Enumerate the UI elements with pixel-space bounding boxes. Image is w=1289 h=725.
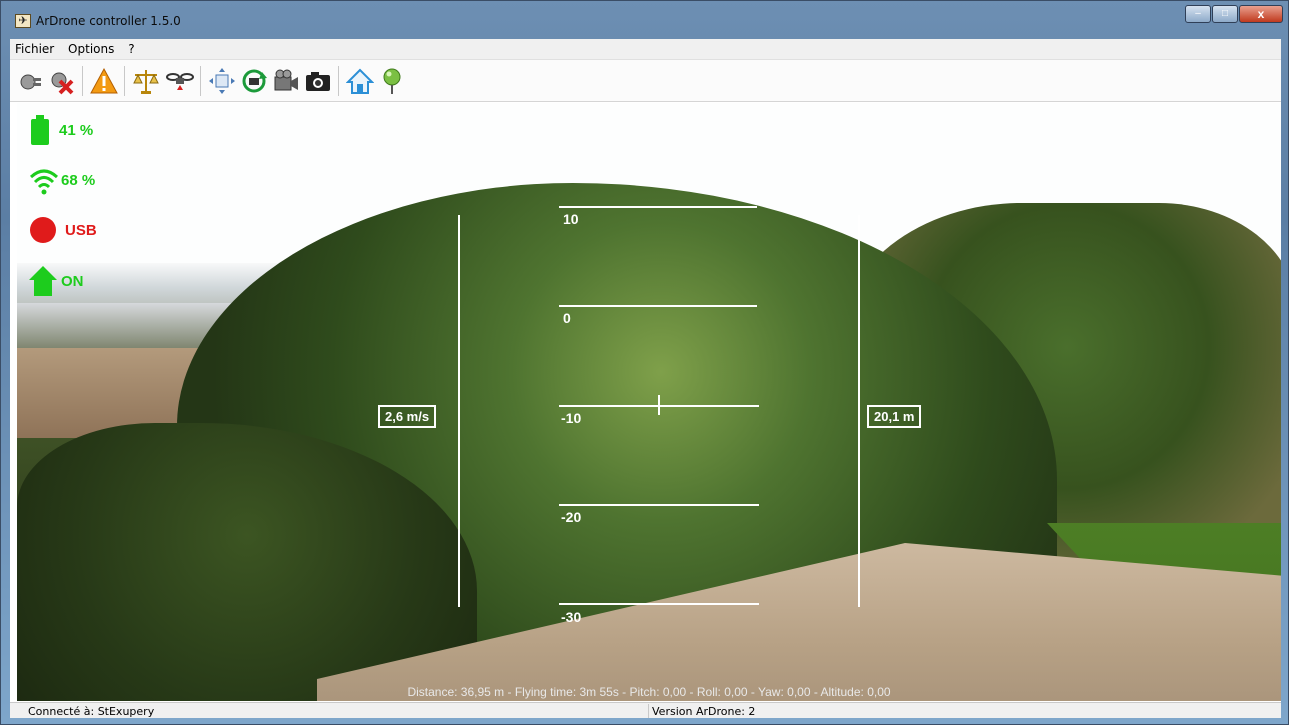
video-camera-icon[interactable] bbox=[272, 67, 300, 95]
record-icon bbox=[30, 217, 56, 243]
altitude-scale-line bbox=[858, 215, 860, 607]
wifi-level: 68 % bbox=[61, 171, 96, 189]
speed-readout: 2,6 m/s bbox=[378, 405, 437, 428]
battery-indicator: 41 % bbox=[29, 115, 93, 145]
pitch-label-0: 0 bbox=[563, 310, 571, 326]
pitch-line-10 bbox=[559, 206, 757, 208]
pitch-line-minus-30 bbox=[559, 603, 759, 605]
pitch-line-minus-20 bbox=[559, 504, 759, 506]
usb-status: USB bbox=[65, 221, 97, 239]
battery-icon bbox=[31, 115, 49, 145]
minimize-button[interactable]: – bbox=[1185, 5, 1211, 23]
wifi-indicator: 68 % bbox=[29, 165, 95, 195]
menu-bar: Fichier Options ? bbox=[10, 39, 1281, 60]
horizon-marker bbox=[658, 395, 660, 415]
battery-level: 41 % bbox=[59, 121, 94, 139]
pitch-label-minus-20: -20 bbox=[561, 509, 582, 525]
video-feed: 41 % 68 % USB ON 2,6 m/s 20,1 m 10 0 -10… bbox=[17, 103, 1281, 701]
home-icon[interactable] bbox=[345, 67, 375, 95]
title-bar[interactable]: ✈ ArDrone controller 1.5.0 – □ x bbox=[1, 1, 1289, 39]
window-controls: – □ x bbox=[1184, 5, 1283, 23]
toolbar bbox=[10, 60, 1281, 102]
speed-scale-line bbox=[458, 215, 460, 607]
app-window: ✈ ArDrone controller 1.5.0 – □ x Fichier… bbox=[0, 0, 1289, 725]
client-area: Fichier Options ? 41 % 68 % USB ON 2,6 m… bbox=[10, 39, 1281, 718]
pitch-label-minus-10: -10 bbox=[561, 410, 582, 426]
map-pin-icon[interactable] bbox=[378, 67, 406, 95]
menu-fichier[interactable]: Fichier bbox=[10, 39, 59, 56]
menu-options[interactable]: Options bbox=[63, 39, 119, 56]
trim-icon[interactable] bbox=[132, 67, 160, 95]
app-icon: ✈ bbox=[15, 14, 31, 28]
maximize-button[interactable]: □ bbox=[1212, 5, 1238, 23]
connect-icon[interactable] bbox=[16, 67, 44, 95]
disconnect-icon[interactable] bbox=[48, 67, 76, 95]
pitch-label-10: 10 bbox=[563, 211, 579, 227]
flight-info: Distance: 36,95 m - Flying time: 3m 55s … bbox=[407, 685, 891, 699]
connection-status: Connecté à: StExupery bbox=[28, 705, 155, 718]
altitude-readout: 20,1 m bbox=[867, 405, 922, 428]
version-status: Version ArDrone: 2 bbox=[652, 705, 756, 718]
rotate-camera-icon[interactable] bbox=[240, 67, 268, 95]
home-status-icon bbox=[29, 266, 57, 296]
status-bar: Connecté à: StExupery Version ArDrone: 2 bbox=[10, 702, 1281, 718]
drone-icon[interactable] bbox=[166, 67, 194, 95]
home-indicator: ON bbox=[29, 266, 84, 296]
close-button[interactable]: x bbox=[1239, 5, 1283, 23]
home-status: ON bbox=[61, 272, 84, 290]
resize-icon[interactable] bbox=[208, 67, 236, 95]
wifi-icon bbox=[29, 169, 59, 195]
emergency-icon[interactable] bbox=[90, 67, 118, 95]
usb-indicator: USB bbox=[29, 216, 97, 244]
window-title: ArDrone controller 1.5.0 bbox=[36, 14, 181, 28]
pitch-line-0 bbox=[559, 305, 757, 307]
pitch-label-minus-30: -30 bbox=[561, 609, 582, 625]
photo-camera-icon[interactable] bbox=[304, 67, 332, 95]
menu-help[interactable]: ? bbox=[123, 39, 139, 56]
